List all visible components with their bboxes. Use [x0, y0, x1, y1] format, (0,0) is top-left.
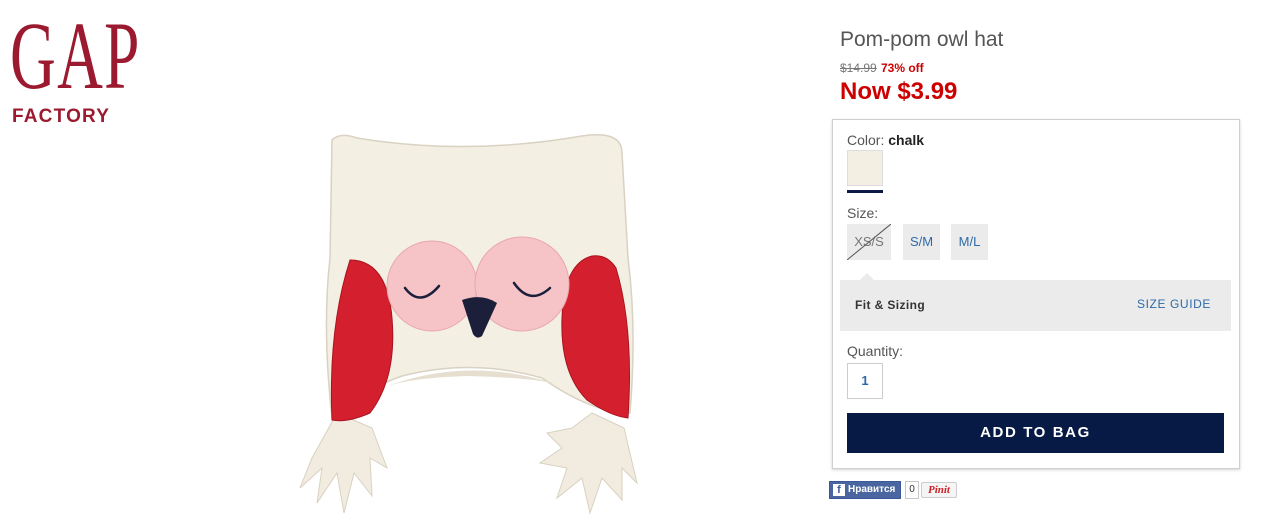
color-swatch-chalk[interactable] [847, 150, 883, 194]
pinterest-pin-button[interactable]: Pinit [921, 482, 957, 498]
size-option-xs-s[interactable]: XS/S [847, 224, 891, 260]
logo-gap-text: GAP [10, 2, 141, 109]
color-label: Color: chalk [847, 132, 924, 148]
size-option-m-l[interactable]: M/L [951, 224, 988, 260]
discount-badge: 73% off [881, 61, 924, 75]
size-option-label: M/L [958, 234, 981, 249]
owl-hat-illustration [299, 134, 638, 515]
color-value: chalk [888, 132, 925, 148]
sale-price: Now $3.99 [840, 78, 958, 105]
fit-notch [860, 273, 874, 280]
facebook-icon: f [833, 484, 845, 496]
original-price: $14.99 [840, 61, 877, 75]
color-label-text: Color: [847, 132, 885, 148]
logo-factory-text: FACTORY [12, 106, 111, 127]
facebook-like-label: Нравится [848, 484, 896, 495]
unavailable-strike-icon [847, 224, 891, 260]
size-option-s-m[interactable]: S/M [903, 224, 940, 260]
swatch-fill [847, 150, 883, 186]
swatch-selected-indicator [847, 190, 883, 193]
size-label: Size: [847, 205, 879, 221]
product-options-panel: Color: chalk Size: XS/S S/M M/L Fit & Si… [832, 119, 1240, 469]
fit-sizing-label: Fit & Sizing [855, 298, 926, 312]
product-image [292, 128, 642, 523]
facebook-like-button[interactable]: f Нравится [829, 481, 901, 499]
quantity-input[interactable]: 1 [847, 363, 883, 399]
fit-sizing-section: Fit & Sizing SIZE GUIDE [840, 273, 1231, 331]
quantity-label: Quantity: [847, 343, 904, 359]
gap-factory-logo[interactable]: GAP FACTORY [10, 2, 141, 130]
size-option-label: S/M [909, 234, 934, 249]
product-title: Pom-pom owl hat [840, 28, 1004, 51]
add-to-bag-button[interactable]: ADD TO BAG [847, 413, 1224, 453]
facebook-like-count: 0 [905, 481, 919, 499]
size-guide-link[interactable]: SIZE GUIDE [1137, 297, 1211, 311]
